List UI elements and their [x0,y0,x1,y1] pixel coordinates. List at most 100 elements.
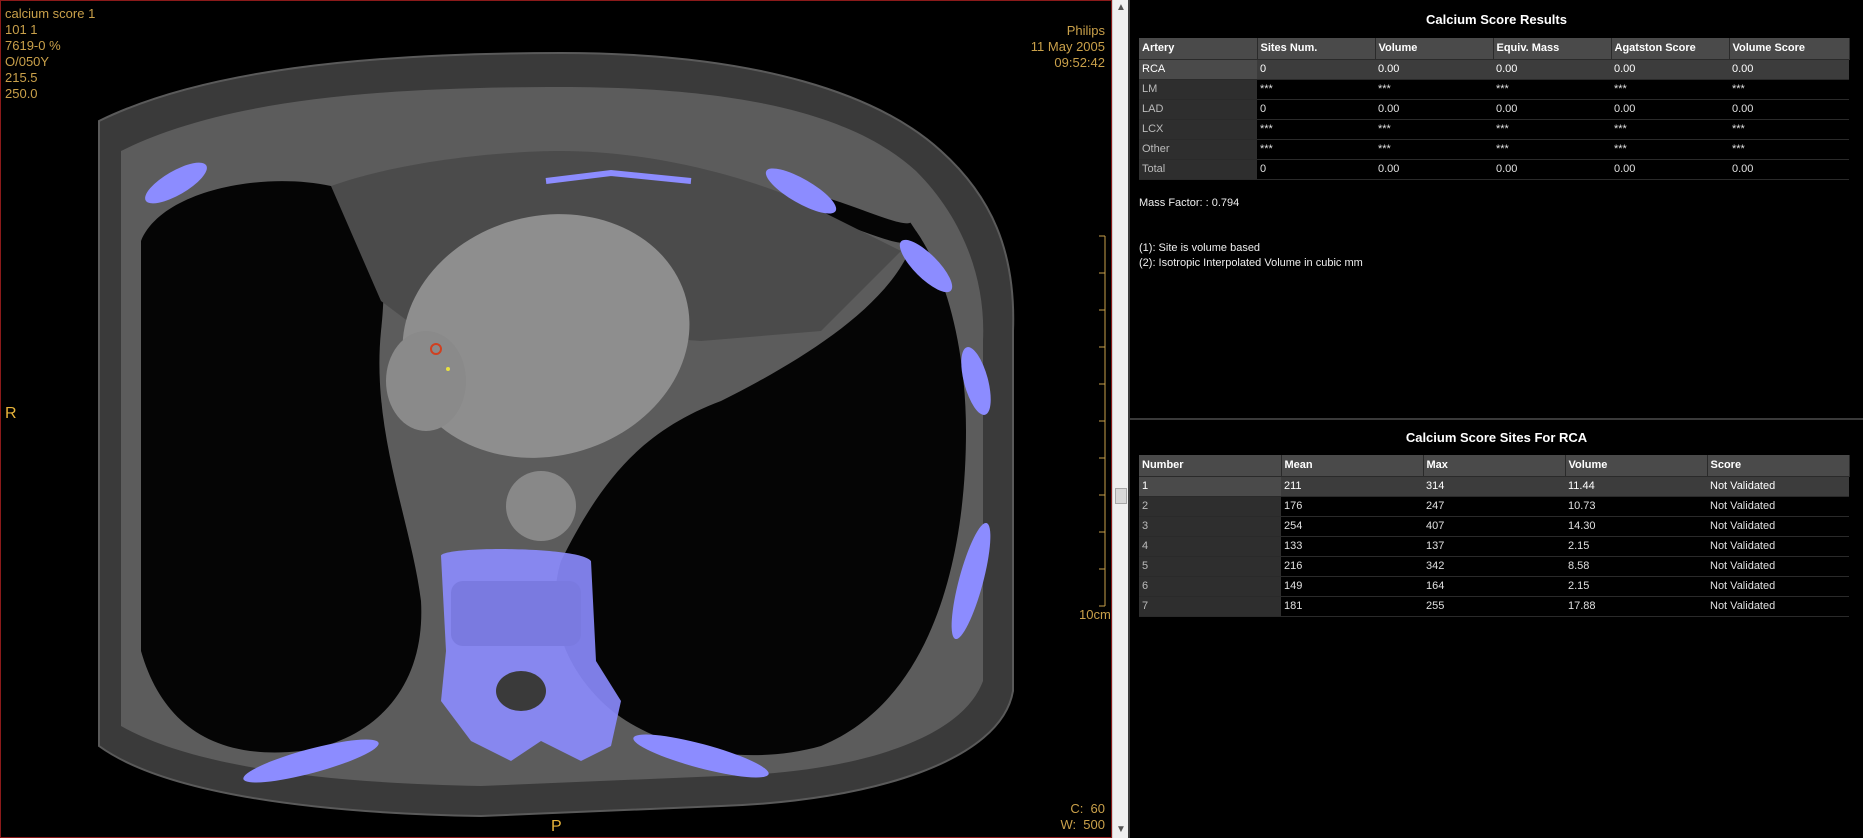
table-row[interactable]: Other *** *** *** *** *** [1139,139,1849,160]
row-header: LAD [1139,99,1257,120]
orientation-posterior-marker: P [551,818,562,835]
table-cell: *** [1729,139,1849,160]
overlay-top-left: calcium score 1 101 1 7619-0 % O/050Y 21… [5,6,95,102]
table-cell: 149 [1281,576,1423,597]
scroll-down-arrow-icon[interactable]: ▼ [1113,822,1129,838]
table-cell: *** [1611,139,1729,160]
table-row[interactable]: LAD 0 0.00 0.00 0.00 0.00 [1139,99,1849,120]
col-equiv-mass[interactable]: Equiv. Mass [1493,38,1612,60]
table-cell: Not Validated [1707,596,1849,617]
descending-aorta [506,471,576,541]
col-artery[interactable]: Artery [1139,38,1258,60]
table-cell: 0.00 [1375,99,1493,120]
table-row[interactable]: 6 149 164 2.15 Not Validated [1139,576,1849,597]
ct-viewer[interactable]: calcium score 1 101 1 7619-0 % O/050Y 21… [0,0,1112,838]
table-cell: 133 [1281,536,1423,557]
table-cell: 0 [1257,99,1375,120]
overlay-patient-id: 7619-0 % [5,38,61,53]
table-cell: 164 [1423,576,1565,597]
scroll-thumb[interactable] [1115,488,1127,504]
table-row[interactable]: Total 0 0.00 0.00 0.00 0.00 [1139,159,1849,180]
table-cell: *** [1493,119,1611,140]
results-header-row: Artery Sites Num. Volume Equiv. Mass Aga… [1139,38,1850,60]
table-cell: 0 [1257,159,1375,180]
ct-axial-image[interactable] [1,1,1111,837]
table-cell: 247 [1423,496,1565,517]
viewer-scrollbar[interactable]: ▲ ▼ [1112,0,1128,838]
table-row[interactable]: 1 211 314 11.44 Not Validated [1139,476,1849,497]
table-row[interactable]: 7 181 255 17.88 Not Validated [1139,596,1849,617]
table-cell: 137 [1423,536,1565,557]
col-mean[interactable]: Mean [1281,455,1424,477]
table-cell: *** [1257,119,1375,140]
sites-title: Calcium Score Sites For RCA [1405,430,1588,445]
table-row[interactable]: LCX *** *** *** *** *** [1139,119,1849,140]
table-cell: Not Validated [1707,576,1849,597]
col-max[interactable]: Max [1423,455,1566,477]
row-header: 2 [1139,496,1281,517]
table-cell: *** [1611,79,1729,100]
table-cell: 407 [1423,516,1565,537]
table-cell: 0.00 [1729,99,1849,120]
scale-bar [1099,235,1106,607]
table-cell: *** [1257,79,1375,100]
table-cell: 216 [1281,556,1423,577]
table-cell: 181 [1281,596,1423,617]
table-cell: 2.15 [1565,576,1707,597]
row-header: 4 [1139,536,1281,557]
table-row[interactable]: 5 216 342 8.58 Not Validated [1139,556,1849,577]
row-header: RCA [1139,59,1257,80]
table-cell: 314 [1423,476,1565,497]
sites-header-row: Number Mean Max Volume Score [1139,455,1850,477]
col-volume[interactable]: Volume [1565,455,1708,477]
table-cell: *** [1257,139,1375,160]
row-header: LM [1139,79,1257,100]
table-cell: *** [1611,119,1729,140]
table-row[interactable]: LM *** *** *** *** *** [1139,79,1849,100]
table-cell: *** [1493,79,1611,100]
sites-table[interactable]: Number Mean Max Volume Score 1 211 314 1… [1139,455,1850,617]
table-cell: *** [1375,79,1493,100]
table-row[interactable]: 2 176 247 10.73 Not Validated [1139,496,1849,517]
table-cell: *** [1493,139,1611,160]
table-cell: 0.00 [1375,159,1493,180]
scroll-up-arrow-icon[interactable]: ▲ [1113,0,1129,16]
orientation-right-marker: R [5,405,17,422]
footnote-volume-based: (1): Site is volume based [1139,242,1261,254]
row-header: Other [1139,139,1257,160]
col-agatston-score[interactable]: Agatston Score [1611,38,1730,60]
table-cell: 211 [1281,476,1423,497]
col-number[interactable]: Number [1139,455,1282,477]
table-row[interactable]: 4 133 137 2.15 Not Validated [1139,536,1849,557]
table-cell: *** [1729,119,1849,140]
overlay-patient-age: O/050Y [5,54,50,69]
overlay-window-center: C: 60 [1070,801,1105,816]
table-cell: 176 [1281,496,1423,517]
table-cell: 0.00 [1493,59,1611,80]
table-cell: 17.88 [1565,596,1707,617]
results-table[interactable]: Artery Sites Num. Volume Equiv. Mass Aga… [1139,38,1850,180]
table-cell: 0.00 [1611,59,1729,80]
overlay-series-name: calcium score 1 [5,6,96,21]
results-title: Calcium Score Results [1426,12,1567,27]
horizontal-splitter[interactable] [1130,418,1863,420]
row-header: 1 [1139,476,1281,497]
table-row[interactable]: 3 254 407 14.30 Not Validated [1139,516,1849,537]
table-cell: 11.44 [1565,476,1707,497]
table-cell: 0.00 [1611,99,1729,120]
table-cell: *** [1375,119,1493,140]
table-cell: Not Validated [1707,476,1849,497]
col-volume[interactable]: Volume [1375,38,1494,60]
table-cell: *** [1729,79,1849,100]
overlay-date: 11 May 2005 [1030,39,1105,54]
table-cell: 0.00 [1493,99,1611,120]
footnote-isotropic-volume: (2): Isotropic Interpolated Volume in cu… [1139,257,1363,269]
table-cell: 0 [1257,59,1375,80]
col-score[interactable]: Score [1707,455,1850,477]
table-row[interactable]: RCA 0 0.00 0.00 0.00 0.00 [1139,59,1849,80]
table-cell: 342 [1423,556,1565,577]
table-cell: *** [1375,139,1493,160]
col-sites-num[interactable]: Sites Num. [1257,38,1376,60]
table-cell: 0.00 [1729,159,1849,180]
col-volume-score[interactable]: Volume Score [1729,38,1850,60]
